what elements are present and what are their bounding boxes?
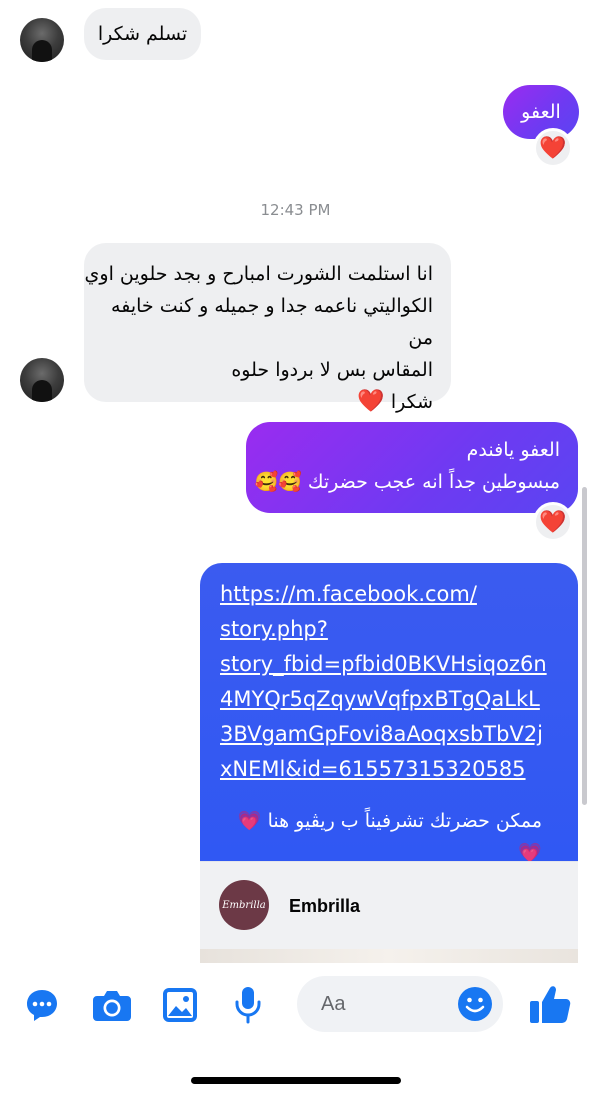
link-line: 4MYQr5qZqywVqfpxBTgQaLkL xyxy=(220,687,540,711)
microphone-button[interactable] xyxy=(230,985,266,1025)
scrollbar[interactable] xyxy=(582,487,587,805)
link-line: xNEMl&id=61557315320585 xyxy=(220,757,526,781)
message-text: العفو xyxy=(521,101,561,123)
emoji-button[interactable] xyxy=(457,986,493,1026)
message-line: الكواليتي ناعمه جدا و جميله و كنت خايفه … xyxy=(111,295,433,349)
home-indicator xyxy=(191,1077,401,1084)
message-line: انا استلمت الشورت امبارح و بجد حلوين اوي xyxy=(84,263,433,285)
link-caption-row: ممكن حضرتك تشرفيناً ب ريڤيو هنا 💗💗 xyxy=(220,805,564,869)
incoming-message[interactable]: انا استلمت الشورت امبارح و بجد حلوين اوي… xyxy=(84,243,451,414)
incoming-message[interactable]: تسلم شكرا xyxy=(84,8,201,60)
message-composer[interactable]: Aa xyxy=(297,976,503,1032)
message-line: العفو يافندم xyxy=(466,439,560,461)
pink-heart-icon: 💗 xyxy=(237,810,262,832)
gallery-button[interactable] xyxy=(160,985,200,1025)
heart-icon: ❤️ xyxy=(357,389,385,414)
link-preview[interactable]: Embrilla Embrilla xyxy=(200,861,578,949)
heart-reaction[interactable]: ❤️ xyxy=(533,502,573,542)
smiling-hearts-icon: 🥰 xyxy=(278,471,302,493)
message-line: مبسوطين جداً انه عجب حضرتك xyxy=(307,471,560,493)
preview-image[interactable] xyxy=(200,949,578,963)
link-line: story.php? xyxy=(220,617,328,641)
link-message[interactable]: https://m.facebook.com/ story.php? story… xyxy=(200,563,578,864)
link-line: story_fbid=pfbid0BKVHsiqoz6n xyxy=(220,652,547,676)
timestamp: 12:43 PM xyxy=(260,201,331,219)
camera-icon xyxy=(93,991,131,1021)
embrilla-logo: Embrilla xyxy=(219,880,269,930)
smiling-hearts-icon: 🥰 xyxy=(254,471,279,493)
heart-icon: ❤️ xyxy=(539,509,567,535)
heart-icon: ❤️ xyxy=(539,135,567,161)
message-input[interactable]: Aa xyxy=(321,993,345,1016)
message-line: المقاس بس لا بردوا حلوه xyxy=(231,359,433,381)
message-text: ممكن حضرتك تشرفيناً ب ريڤيو هنا xyxy=(267,810,542,832)
preview-title: Embrilla xyxy=(289,896,361,916)
message-text: تسلم شكرا xyxy=(97,23,188,45)
emoji-icon xyxy=(458,987,492,1021)
logo-text: Embrilla xyxy=(222,899,266,911)
heart-reaction[interactable]: ❤️ xyxy=(533,128,573,168)
avatar[interactable] xyxy=(20,358,64,402)
thumbs-up-button[interactable] xyxy=(527,982,573,1026)
microphone-icon xyxy=(235,987,261,1024)
link-line: https://m.facebook.com/ xyxy=(220,582,477,606)
link-url[interactable]: https://m.facebook.com/ story.php? story… xyxy=(220,577,564,787)
apps-icon xyxy=(27,990,57,1021)
outgoing-message[interactable]: العفو يافندم مبسوطين جداً انه عجب حضرتك … xyxy=(246,422,578,513)
thumbs-up-icon xyxy=(530,986,571,1023)
apps-button[interactable] xyxy=(22,985,62,1025)
avatar[interactable] xyxy=(20,18,64,62)
camera-button[interactable] xyxy=(90,985,134,1025)
link-line: 3BVgamGpFovi8aAoqxsbTbV2j xyxy=(220,722,544,746)
gallery-icon xyxy=(163,988,197,1022)
message-line: شكرا xyxy=(390,391,433,413)
message-line-with-heart: شكرا ❤️ xyxy=(84,386,433,418)
message-line-with-emoji: مبسوطين جداً انه عجب حضرتك 🥰🥰 xyxy=(246,466,560,498)
